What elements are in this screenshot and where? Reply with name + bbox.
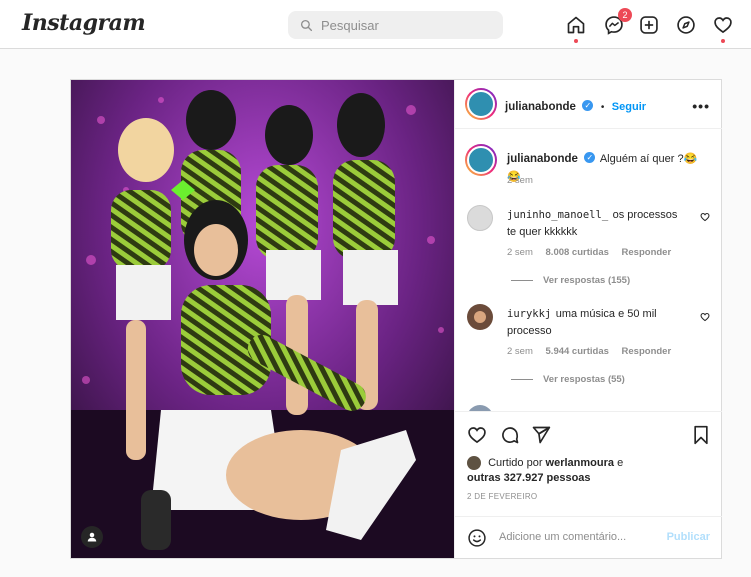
new-post-icon	[640, 16, 658, 34]
follow-button[interactable]: Seguir	[612, 101, 646, 113]
new-post-button[interactable]	[638, 14, 660, 36]
save-icon[interactable]	[692, 425, 710, 445]
action-bar	[455, 411, 722, 451]
comment-like-icon[interactable]	[700, 312, 710, 322]
liked-by-user[interactable]: werlanmoura	[546, 457, 614, 469]
comment-likes[interactable]: 5.944 curtidas	[546, 346, 609, 357]
comment-age: 2 sem	[507, 247, 533, 258]
likes-summary: Curtido por werlanmoura e outras 327.927…	[467, 456, 717, 486]
explore-button[interactable]	[675, 14, 697, 36]
view-replies-button[interactable]: Ver respostas (155)	[511, 275, 630, 286]
caption-age: 2 sem	[507, 175, 533, 186]
post-photo[interactable]	[71, 80, 454, 558]
comments-list[interactable]: julianabonde ✓ Alguém aí quer ?😂😂 2 sem …	[455, 129, 722, 411]
liker-avatar[interactable]	[467, 456, 481, 471]
view-replies-label: Ver respostas (155)	[543, 275, 631, 286]
verified-badge-icon: ✓	[584, 152, 596, 164]
top-navigation-bar: Instagram 2	[0, 0, 751, 49]
add-comment-input[interactable]	[499, 531, 659, 543]
messenger-button[interactable]: 2	[603, 8, 632, 36]
post-header: julianabonde ✓ • Seguir •••	[455, 80, 722, 129]
comment-username[interactable]: juninho_manoell_	[507, 209, 608, 221]
add-comment-bar: Publicar	[455, 516, 722, 558]
comment-likes[interactable]: 8.008 curtidas	[546, 247, 609, 258]
liked-by-and: e	[617, 457, 624, 469]
comment-age: 2 sem	[507, 346, 533, 357]
post-date[interactable]: 2 DE FEVEREIRO	[467, 492, 537, 501]
user-tag-icon	[87, 532, 97, 542]
activity-notification-dot	[721, 39, 725, 43]
home-notification-dot	[574, 39, 578, 43]
view-replies-button[interactable]: Ver respostas (55)	[511, 374, 625, 385]
author-username[interactable]: julianabonde	[505, 101, 576, 113]
messages-badge: 2	[618, 8, 632, 22]
commenter-avatar[interactable]	[467, 304, 493, 330]
search-icon	[300, 19, 313, 31]
liked-by-others[interactable]: outras 327.927 pessoas	[467, 472, 591, 484]
comment-like-icon[interactable]	[700, 212, 710, 222]
replies-divider	[511, 378, 533, 380]
activity-button[interactable]	[712, 14, 734, 43]
post-image	[71, 80, 454, 558]
caption-username[interactable]: julianabonde	[507, 153, 578, 165]
separator-dot: •	[600, 102, 605, 113]
view-replies-label: Ver respostas (55)	[543, 374, 625, 385]
home-button[interactable]	[565, 14, 587, 43]
instagram-logo[interactable]: Instagram	[22, 10, 146, 36]
replies-divider	[511, 279, 533, 281]
caption: julianabonde ✓ Alguém aí quer ?😂😂	[507, 149, 707, 185]
author-avatar[interactable]	[465, 88, 497, 120]
emoji-icon[interactable]	[467, 528, 487, 548]
comment-icon[interactable]	[500, 425, 520, 445]
tagged-users-button[interactable]	[81, 526, 103, 548]
search-box[interactable]	[288, 11, 503, 39]
reply-button[interactable]: Responder	[622, 346, 672, 357]
caption-avatar[interactable]	[465, 144, 497, 176]
verified-badge-icon: ✓	[582, 100, 594, 112]
post-sidebar: julianabonde ✓ • Seguir ••• julianabonde…	[454, 80, 722, 558]
publish-button[interactable]: Publicar	[667, 531, 710, 543]
comment-username[interactable]: iurykkj	[507, 308, 551, 320]
home-icon	[567, 16, 585, 34]
share-icon[interactable]	[531, 425, 551, 445]
reply-button[interactable]: Responder	[622, 247, 672, 258]
post-card: julianabonde ✓ • Seguir ••• julianabonde…	[70, 79, 722, 559]
author-line: julianabonde ✓ • Seguir	[505, 97, 646, 115]
explore-icon	[677, 16, 695, 34]
liked-by-prefix: Curtido por	[488, 457, 543, 469]
activity-icon	[714, 17, 732, 34]
commenter-avatar[interactable]	[467, 205, 493, 231]
search-input[interactable]	[321, 17, 491, 33]
more-options-button[interactable]: •••	[692, 98, 710, 114]
like-icon[interactable]	[467, 425, 487, 445]
